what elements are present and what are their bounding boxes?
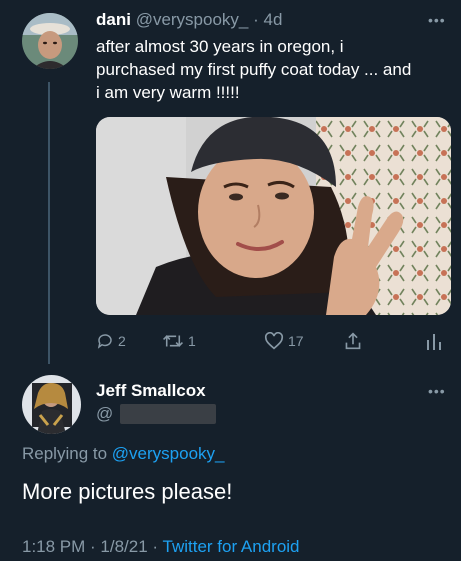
tweet-time[interactable]: 4d xyxy=(264,10,283,29)
thread-line xyxy=(48,82,50,364)
reply-count: 2 xyxy=(118,333,126,349)
tweet-text-line: after almost 30 years in oregon, i xyxy=(96,37,344,56)
reply-icon xyxy=(97,334,112,349)
replying-to: Replying to @veryspooky_ xyxy=(22,444,225,464)
avatar-dani[interactable] xyxy=(22,13,78,69)
tweet-header: dani @veryspooky_ · 4d xyxy=(96,10,282,30)
tweet-text-line: purchased my first puffy coat today ... … xyxy=(96,60,412,79)
analytics-icon xyxy=(427,334,441,350)
analytics-action[interactable] xyxy=(426,330,442,352)
tweet-separator: · xyxy=(253,10,259,29)
reply-display-name[interactable]: Jeff Smallcox xyxy=(96,381,206,401)
retweet-icon xyxy=(163,335,183,347)
like-action[interactable]: 17 xyxy=(264,330,304,352)
tweet-text: after almost 30 years in oregon, i purch… xyxy=(96,35,456,104)
replying-to-label: Replying to xyxy=(22,444,108,463)
share-action[interactable] xyxy=(344,330,362,352)
reply-display-name-text: Jeff Smallcox xyxy=(96,381,206,400)
reply-footer: 1:18 PM · 1/8/21 · Twitter for Android xyxy=(22,537,300,557)
reply-text: More pictures please! xyxy=(22,479,233,504)
tweet-display-name[interactable]: dani xyxy=(96,10,131,29)
like-count: 17 xyxy=(288,333,304,349)
reply-action[interactable]: 2 xyxy=(96,330,126,352)
replying-to-handle[interactable]: @veryspooky_ xyxy=(112,444,225,463)
tweet-handle[interactable]: @veryspooky_ xyxy=(136,10,249,29)
reply-more-icon[interactable]: ••• xyxy=(428,383,446,399)
avatar-jeff[interactable] xyxy=(22,375,81,434)
tweet-text-line: i am very warm !!!!! xyxy=(96,83,240,102)
reply-handle-prefix: @ xyxy=(96,404,114,423)
reply-timestamp[interactable]: 1:18 PM · 1/8/21 · xyxy=(22,537,158,556)
reply-client[interactable]: Twitter for Android xyxy=(163,537,300,556)
tweet-more-icon[interactable]: ••• xyxy=(428,12,446,28)
retweet-count: 1 xyxy=(188,333,196,349)
like-icon xyxy=(264,332,284,350)
share-icon xyxy=(345,332,361,350)
retweet-action[interactable]: 1 xyxy=(162,330,196,352)
redacted-handle xyxy=(120,404,216,424)
tweet-photo[interactable] xyxy=(96,117,451,315)
reply-handle[interactable]: @ xyxy=(96,404,113,424)
